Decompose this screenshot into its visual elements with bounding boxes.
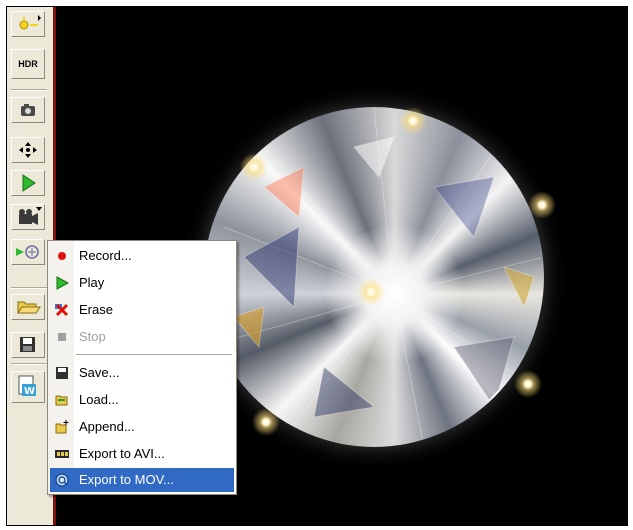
camera-icon bbox=[21, 104, 35, 116]
record-context-menu: Record... Play Erase Stop Save... Load..… bbox=[47, 240, 237, 495]
menu-item-label: Save... bbox=[79, 365, 120, 380]
sparkle-highlight bbox=[524, 187, 560, 223]
move-button[interactable] bbox=[11, 137, 45, 163]
floppy-icon bbox=[56, 367, 68, 379]
menu-item-play[interactable]: Play bbox=[50, 271, 234, 295]
save-icon bbox=[20, 337, 35, 352]
lights-icon bbox=[19, 15, 41, 30]
menu-item-label: Export to AVI... bbox=[79, 446, 165, 461]
play-icon bbox=[22, 174, 36, 192]
toolbar-separator bbox=[11, 287, 47, 289]
sparkle-highlight bbox=[394, 102, 432, 140]
menu-item-load[interactable]: Load... bbox=[50, 388, 234, 412]
menu-item-label: Stop bbox=[79, 329, 106, 344]
video-camera-button[interactable] bbox=[11, 204, 45, 230]
record-settings-icon bbox=[16, 245, 39, 259]
hdr-button[interactable]: HDR bbox=[11, 49, 45, 79]
menu-item-record[interactable]: Record... bbox=[50, 244, 234, 268]
record-dot-icon bbox=[58, 252, 66, 260]
lights-button[interactable] bbox=[11, 11, 45, 37]
open-button[interactable] bbox=[11, 294, 45, 320]
toolbar-separator bbox=[11, 363, 47, 365]
sparkle-highlight bbox=[246, 402, 286, 442]
stop-icon bbox=[58, 333, 66, 341]
app-frame: HDR W Record... Play Erase Stop Save... … bbox=[6, 6, 628, 526]
record-settings-button[interactable] bbox=[11, 239, 45, 265]
film-icon bbox=[55, 450, 69, 458]
camera-button[interactable] bbox=[11, 97, 45, 123]
svg-text:W: W bbox=[24, 386, 35, 397]
toolbar-separator bbox=[11, 89, 47, 91]
menu-item-stop: Stop bbox=[50, 325, 234, 349]
save-button[interactable] bbox=[11, 332, 45, 358]
sparkle-highlight bbox=[234, 147, 274, 187]
menu-item-label: Append... bbox=[79, 419, 135, 434]
quicktime-icon bbox=[55, 473, 69, 487]
menu-item-export-avi[interactable]: Export to AVI... bbox=[50, 442, 234, 466]
load-folder-icon bbox=[55, 395, 68, 406]
erase-x-icon bbox=[55, 303, 69, 317]
submenu-arrow-icon bbox=[36, 207, 42, 211]
move-icon bbox=[19, 142, 37, 158]
menu-item-label: Erase bbox=[79, 302, 113, 317]
open-folder-icon bbox=[17, 301, 41, 314]
sparkle-highlight bbox=[506, 362, 550, 406]
menu-item-save[interactable]: Save... bbox=[50, 361, 234, 385]
sparkle-highlight bbox=[356, 277, 386, 307]
menu-item-export-mov[interactable]: Export to MOV... bbox=[50, 468, 234, 492]
hdr-label: HDR bbox=[18, 59, 38, 69]
export-button[interactable]: W bbox=[11, 371, 45, 403]
menu-item-label: Load... bbox=[79, 392, 119, 407]
play-button[interactable] bbox=[11, 170, 45, 196]
menu-item-append[interactable]: Append... bbox=[50, 415, 234, 439]
menu-item-label: Record... bbox=[79, 248, 132, 263]
menu-item-label: Play bbox=[79, 275, 105, 290]
play-icon bbox=[56, 276, 69, 290]
export-icon: W bbox=[18, 375, 36, 397]
menu-item-label: Export to MOV... bbox=[79, 472, 174, 487]
menu-separator bbox=[76, 354, 232, 355]
append-folder-icon bbox=[55, 420, 69, 434]
menu-item-erase[interactable]: Erase bbox=[50, 298, 234, 322]
